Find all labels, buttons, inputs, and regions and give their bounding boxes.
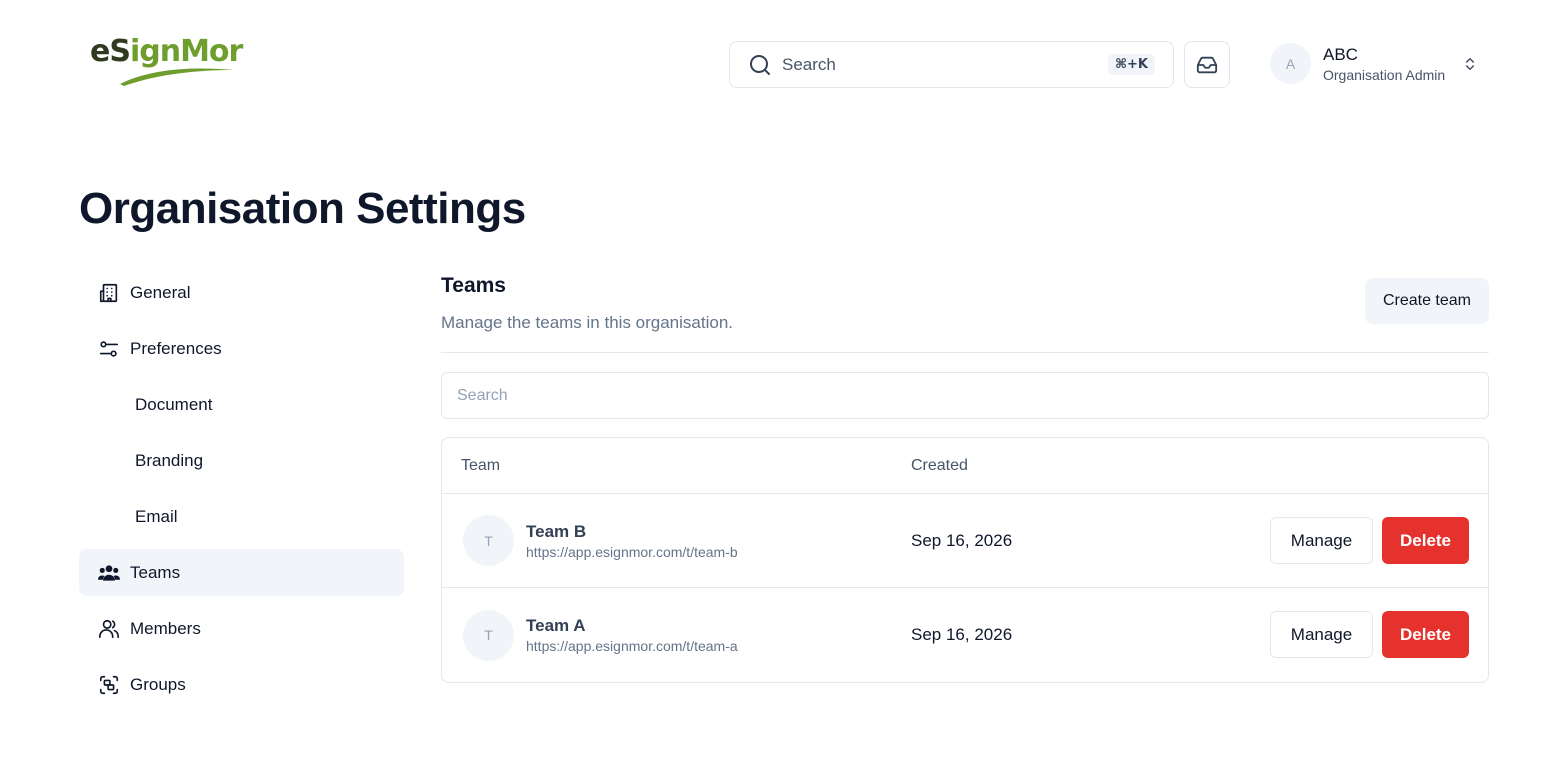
team-cell[interactable]: T Team A https://app.esignmor.com/t/team… [442, 609, 911, 661]
delete-button[interactable]: Delete [1382, 611, 1469, 658]
team-cell[interactable]: T Team B https://app.esignmor.com/t/team… [442, 515, 911, 566]
sidebar-item-label: Document [135, 394, 213, 414]
search-icon [750, 54, 770, 75]
user-menu[interactable]: A ABC Organisation Admin [1270, 43, 1474, 84]
page-title: Organisation Settings [79, 184, 526, 233]
search-shortcut-badge: ⌘+K [1107, 54, 1155, 75]
sidebar-item-teams[interactable]: Teams [79, 549, 404, 596]
sidebar-item-label: Preferences [130, 338, 222, 358]
sidebar-item-document[interactable]: Document [79, 381, 404, 428]
manage-button[interactable]: Manage [1270, 611, 1373, 658]
users-icon [98, 562, 120, 584]
column-header-created: Created [911, 456, 968, 474]
sidebar-item-preferences[interactable]: Preferences [79, 325, 404, 372]
table-row: T Team B https://app.esignmor.com/t/team… [442, 494, 1488, 588]
team-name: Team B [526, 521, 587, 541]
user-name: ABC [1323, 44, 1358, 64]
team-url: https://app.esignmor.com/t/team-a [526, 638, 738, 654]
sidebar-item-members[interactable]: Members [79, 605, 404, 652]
chevron-up-down-icon [1466, 58, 1474, 70]
sidebar-item-label: General [130, 282, 191, 302]
section-description: Manage the teams in this organisation. [441, 313, 734, 332]
sidebar-item-label: Email [135, 506, 178, 526]
create-team-button[interactable]: Create team [1364, 278, 1489, 324]
user-role: Organisation Admin [1323, 66, 1446, 83]
avatar: A [1270, 43, 1311, 84]
delete-button[interactable]: Delete [1382, 517, 1469, 564]
divider [441, 352, 1489, 353]
app-logo[interactable]: eSignMor [90, 34, 243, 86]
table-header: Team Created [442, 438, 1488, 494]
inbox-icon [1196, 56, 1218, 73]
teams-search-input[interactable] [441, 372, 1489, 419]
team-name: Team A [526, 616, 586, 635]
sidebar-item-label: Teams [130, 562, 181, 582]
row-actions: Manage Delete [1270, 517, 1469, 564]
sidebar-item-groups[interactable]: Groups [79, 661, 404, 708]
section-title: Teams [441, 274, 506, 297]
sliders-icon [98, 338, 120, 360]
sidebar-item-label: Branding [135, 450, 204, 470]
team-avatar: T [463, 609, 514, 661]
sidebar-item-email[interactable]: Email [79, 493, 404, 540]
building-icon [98, 282, 120, 304]
user-icon [98, 618, 120, 640]
group-scan-icon [98, 674, 120, 696]
sidebar-item-general[interactable]: General [79, 269, 404, 316]
column-header-team: Team [461, 456, 501, 474]
sidebar-item-label: Groups [130, 674, 186, 694]
teams-table: Team Created T Team B https://app.esignm… [441, 437, 1489, 683]
global-search[interactable]: Search ⌘+K [729, 41, 1174, 88]
manage-button[interactable]: Manage [1270, 517, 1373, 564]
row-actions: Manage Delete [1270, 611, 1469, 658]
team-url: https://app.esignmor.com/t/team-b [526, 543, 738, 560]
team-avatar: T [463, 515, 514, 566]
settings-sidebar: General Preferences Document Branding Em… [79, 269, 404, 717]
table-row: T Team A https://app.esignmor.com/t/team… [442, 588, 1488, 682]
sidebar-item-branding[interactable]: Branding [79, 437, 404, 484]
inbox-button[interactable] [1184, 41, 1230, 88]
logo-swoosh-icon [120, 68, 234, 86]
sidebar-item-label: Members [130, 618, 201, 638]
search-placeholder: Search [782, 54, 836, 74]
